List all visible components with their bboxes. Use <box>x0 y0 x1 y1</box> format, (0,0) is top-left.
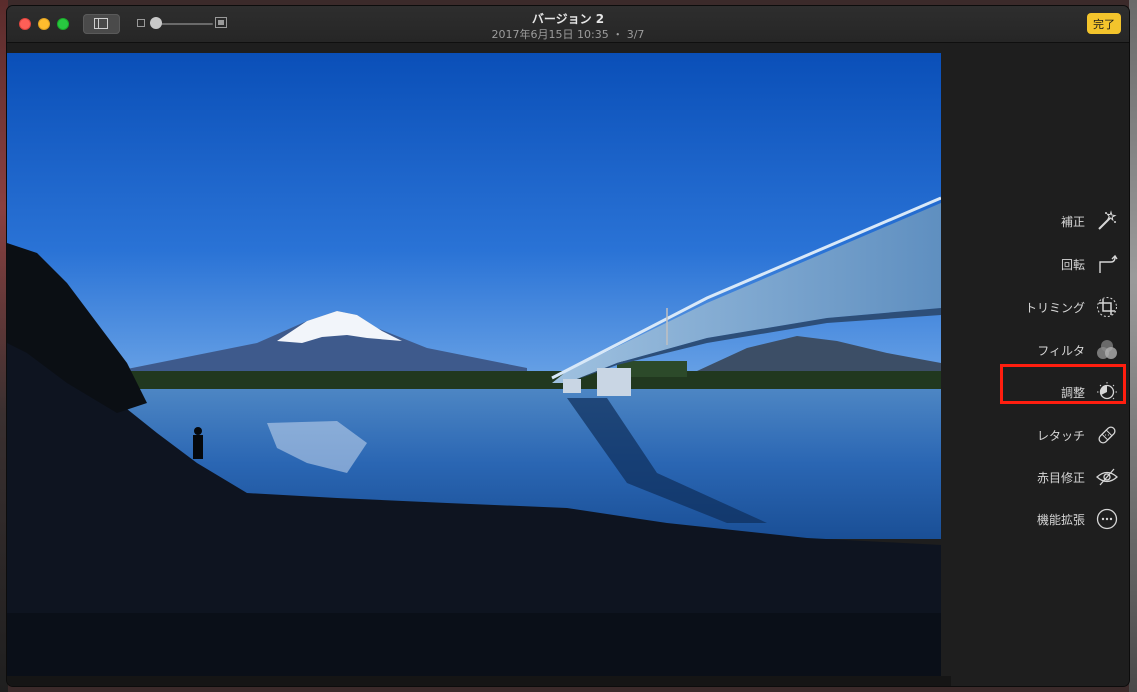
tool-extensions[interactable]: 機能拡張 <box>1037 505 1119 533</box>
tool-red-eye-label: 赤目修正 <box>1036 470 1085 485</box>
desktop-background-right <box>1129 0 1137 692</box>
tool-rotate[interactable]: 回転 <box>1061 250 1119 278</box>
adjust-highlight-box <box>1000 364 1126 404</box>
magic-wand-icon <box>1095 209 1119 233</box>
tool-crop-label: トリミング <box>1024 300 1085 315</box>
tool-extensions-label: 機能拡張 <box>1036 512 1085 527</box>
tool-enhance-label: 補正 <box>1060 214 1085 229</box>
red-eye-icon <box>1095 465 1119 489</box>
rotate-icon <box>1095 252 1119 276</box>
more-icon <box>1095 507 1119 531</box>
tool-filters[interactable]: フィルタ <box>1037 336 1119 364</box>
done-button[interactable]: 完了 <box>1087 13 1121 34</box>
tool-filters-label: フィルタ <box>1037 343 1085 358</box>
tool-retouch[interactable]: レタッチ <box>1037 421 1119 449</box>
window-title: バージョン 2 <box>531 12 605 26</box>
title-bar: バージョン 2 2017年6月15日 10:35 ・ 3/7 完了 <box>7 6 1129 43</box>
crop-icon <box>1095 295 1119 319</box>
filters-icon <box>1095 338 1119 362</box>
tool-red-eye[interactable]: 赤目修正 <box>1037 463 1119 491</box>
tool-enhance[interactable]: 補正 <box>1061 207 1119 235</box>
tool-crop[interactable]: トリミング <box>1025 293 1119 321</box>
photo-date-info: 2017年6月15日 10:35 ・ 3/7 <box>491 28 645 41</box>
bandage-icon <box>1095 423 1119 447</box>
tool-retouch-label: レタッチ <box>1036 428 1085 443</box>
tool-rotate-label: 回転 <box>1060 257 1085 272</box>
photos-edit-window: バージョン 2 2017年6月15日 10:35 ・ 3/7 完了 補正 回転 … <box>7 6 1129 686</box>
edited-photo <box>7 53 941 676</box>
